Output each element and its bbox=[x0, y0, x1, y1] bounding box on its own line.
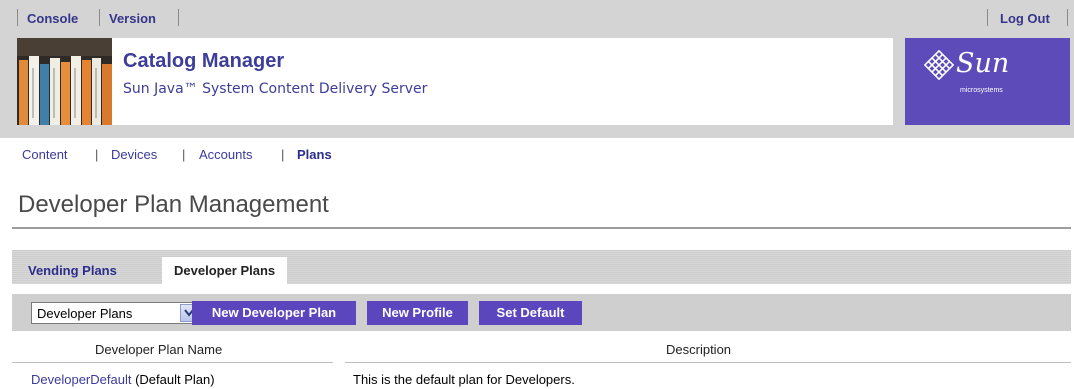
banner-image bbox=[17, 38, 112, 125]
nav-item-plans[interactable]: Plans bbox=[297, 147, 332, 162]
nav-separator: | bbox=[182, 147, 186, 162]
nav-separator: | bbox=[95, 147, 99, 162]
plan-name-link[interactable]: DeveloperDefault bbox=[31, 372, 131, 387]
logout-link[interactable]: Log Out bbox=[1000, 11, 1050, 26]
column-header-name: Developer Plan Name bbox=[95, 342, 223, 357]
sun-logo: Sun microsystems bbox=[905, 38, 1070, 125]
new-profile-button[interactable]: New Profile bbox=[367, 301, 468, 325]
nav-item-content[interactable]: Content bbox=[22, 147, 68, 162]
nav-item-devices[interactable]: Devices bbox=[111, 147, 157, 162]
console-link[interactable]: Console bbox=[27, 11, 78, 26]
plan-type-select-value: Developer Plans bbox=[37, 306, 133, 321]
tab-developer-plans[interactable]: Developer Plans bbox=[162, 257, 288, 284]
app-subtitle: Sun Java™ System Content Delivery Server bbox=[123, 81, 428, 97]
top-bar: Console Version Log Out bbox=[0, 0, 1074, 32]
nav-item-accounts[interactable]: Accounts bbox=[199, 147, 252, 162]
divider bbox=[99, 9, 100, 26]
column-header-description: Description bbox=[666, 342, 732, 357]
new-developer-plan-button[interactable]: New Developer Plan bbox=[192, 301, 356, 325]
nav-separator: | bbox=[281, 147, 285, 162]
header-divider bbox=[12, 362, 333, 363]
tab-vending-plans[interactable]: Vending Plans bbox=[28, 257, 117, 284]
logo-wordmark: Sun bbox=[956, 48, 1010, 79]
set-default-button[interactable]: Set Default bbox=[479, 301, 582, 325]
title-divider bbox=[12, 227, 1071, 229]
divider bbox=[17, 9, 18, 26]
sun-diamond-icon bbox=[924, 50, 954, 80]
divider bbox=[987, 9, 988, 26]
plan-name-suffix: (Default Plan) bbox=[131, 372, 215, 387]
toolbar: Developer Plans New Developer Plan New P… bbox=[12, 294, 1071, 331]
tab-strip: Vending Plans Developer Plans bbox=[12, 250, 1071, 284]
page-title: Developer Plan Management bbox=[18, 191, 329, 218]
books-image bbox=[17, 38, 112, 125]
divider bbox=[1067, 9, 1068, 26]
divider bbox=[178, 9, 179, 26]
masthead: Console Version Log Out Catalog Manager bbox=[0, 0, 1074, 138]
plan-type-select[interactable]: Developer Plans bbox=[31, 302, 200, 324]
app-title: Catalog Manager bbox=[123, 50, 285, 72]
logo-subtext: microsystems bbox=[960, 87, 1003, 94]
header-divider bbox=[345, 362, 1071, 363]
plan-description: This is the default plan for Developers. bbox=[353, 372, 575, 387]
banner: Catalog Manager Sun Java™ System Content… bbox=[112, 38, 893, 125]
version-link[interactable]: Version bbox=[109, 11, 156, 26]
table-row: DeveloperDefault (Default Plan) bbox=[31, 372, 215, 387]
